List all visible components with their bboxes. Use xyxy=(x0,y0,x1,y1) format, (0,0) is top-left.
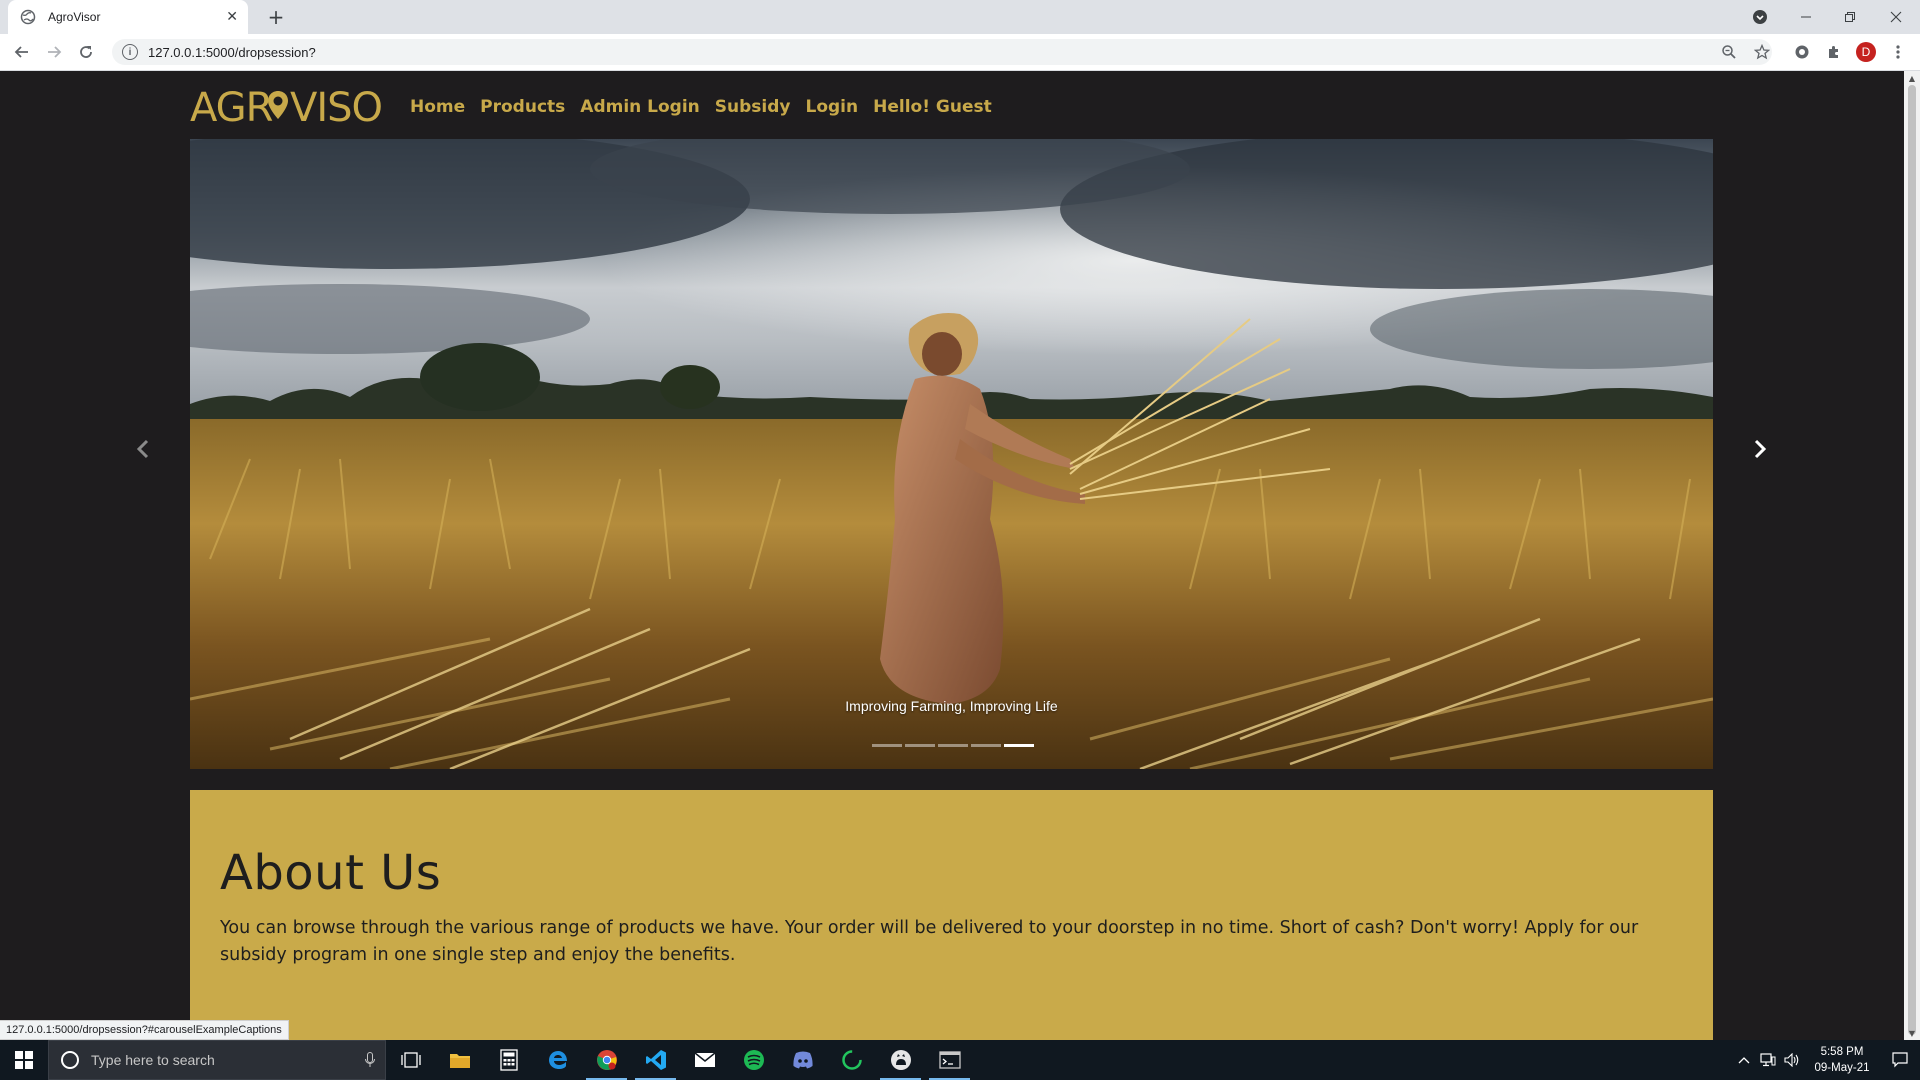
carousel-indicator-active[interactable] xyxy=(1004,744,1034,747)
file-explorer-icon[interactable] xyxy=(435,1040,484,1080)
about-title: About Us xyxy=(220,845,442,901)
nav-admin-login[interactable]: Admin Login xyxy=(580,97,700,117)
link-status-bar: 127.0.0.1:5000/dropsession?#carouselExam… xyxy=(0,1020,289,1040)
about-section: About Us You can browse through the vari… xyxy=(190,790,1713,1040)
url-text[interactable]: 127.0.0.1:5000/dropsession? xyxy=(148,45,316,60)
carousel-indicator[interactable] xyxy=(905,744,935,747)
clock-date: 09-May-21 xyxy=(1814,1062,1870,1074)
minimize-icon[interactable] xyxy=(1786,0,1826,34)
carousel-indicator[interactable] xyxy=(872,744,902,747)
clock-time: 5:58 PM xyxy=(1820,1046,1864,1058)
browser-tab[interactable]: AgroVisor ✕ xyxy=(8,0,248,34)
address-bar[interactable]: i 127.0.0.1:5000/dropsession? xyxy=(112,39,1772,65)
new-tab-button[interactable]: + xyxy=(262,4,290,30)
taskbar-search-placeholder: Type here to search xyxy=(91,1052,215,1068)
taskbar-search-box[interactable]: Type here to search xyxy=(48,1040,386,1080)
github-desktop-icon[interactable] xyxy=(876,1040,925,1080)
scroll-down-icon[interactable]: ▼ xyxy=(1904,1026,1920,1040)
tab-title: AgroVisor xyxy=(48,10,101,24)
system-tray: 5:58 PM 09-May-21 xyxy=(1732,1040,1920,1080)
task-view-icon[interactable] xyxy=(386,1040,435,1080)
windows-taskbar: Type here to search 5:58 PM 09-May-21 xyxy=(0,1040,1920,1080)
scroll-up-icon[interactable]: ▲ xyxy=(1904,71,1920,85)
globe-icon xyxy=(20,9,36,25)
network-icon[interactable] xyxy=(1756,1040,1780,1080)
nav-products[interactable]: Products xyxy=(480,97,565,117)
close-tab-icon[interactable]: ✕ xyxy=(226,9,238,25)
agrovisor-logo[interactable]: AGR VISOR xyxy=(190,85,382,129)
page-scrollbar[interactable]: ▲ ▼ xyxy=(1904,71,1920,1040)
terminal-icon[interactable] xyxy=(925,1040,974,1080)
bookmark-star-icon[interactable] xyxy=(1748,39,1776,65)
edge-browser-icon[interactable] xyxy=(533,1040,582,1080)
carousel-next-icon[interactable] xyxy=(1745,434,1775,464)
close-window-icon[interactable] xyxy=(1874,0,1918,34)
nav-greeting[interactable]: Hello! Guest xyxy=(873,97,992,117)
nav-subsidy[interactable]: Subsidy xyxy=(715,97,791,117)
calculator-icon[interactable] xyxy=(484,1040,533,1080)
show-hidden-icons-chevron-icon[interactable] xyxy=(1732,1040,1756,1080)
carousel-image xyxy=(190,139,1713,769)
discord-icon[interactable] xyxy=(778,1040,827,1080)
tab-search-icon[interactable] xyxy=(1744,0,1776,34)
svg-text:VISOR: VISOR xyxy=(290,85,382,129)
browser-menu-icon[interactable] xyxy=(1884,39,1912,65)
nav-login[interactable]: Login xyxy=(806,97,859,117)
carousel-prev-icon[interactable] xyxy=(128,434,158,464)
nav-home[interactable]: Home xyxy=(410,97,465,117)
browser-tab-strip: AgroVisor ✕ + xyxy=(0,0,1920,34)
site-info-icon[interactable]: i xyxy=(122,44,138,60)
web-page: AGR VISOR Home Products Admin Login Subs… xyxy=(0,71,1904,1040)
about-text: You can browse through the various range… xyxy=(220,918,1639,965)
mail-icon[interactable] xyxy=(680,1040,729,1080)
action-center-icon[interactable] xyxy=(1880,1040,1920,1080)
microphone-icon[interactable] xyxy=(355,1052,385,1068)
site-navbar: AGR VISOR Home Products Admin Login Subs… xyxy=(190,81,1007,133)
windows-start-icon[interactable] xyxy=(0,1040,48,1080)
restore-icon[interactable] xyxy=(1830,0,1870,34)
reload-icon[interactable] xyxy=(72,39,100,65)
back-arrow-icon[interactable] xyxy=(8,39,36,65)
loading-ring-app-icon[interactable] xyxy=(827,1040,876,1080)
volume-icon[interactable] xyxy=(1780,1040,1804,1080)
hero-carousel: Improving Farming, Improving Life xyxy=(190,139,1713,769)
forward-arrow-icon[interactable] xyxy=(40,39,68,65)
svg-text:AGR: AGR xyxy=(190,85,273,129)
carousel-indicator[interactable] xyxy=(971,744,1001,747)
carousel-indicator[interactable] xyxy=(938,744,968,747)
green-globe-app-icon[interactable] xyxy=(729,1040,778,1080)
extension-globe-icon[interactable] xyxy=(1788,39,1816,65)
carousel-indicators xyxy=(872,744,1037,747)
cortana-icon xyxy=(61,1051,79,1069)
profile-avatar[interactable]: D xyxy=(1856,42,1876,62)
zoom-icon[interactable] xyxy=(1715,39,1743,65)
scrollbar-thumb[interactable] xyxy=(1908,85,1916,1035)
carousel-caption: Improving Farming, Improving Life xyxy=(845,698,1058,714)
chrome-icon[interactable] xyxy=(582,1040,631,1080)
browser-toolbar: i 127.0.0.1:5000/dropsession? xyxy=(0,34,1920,71)
taskbar-clock[interactable]: 5:58 PM 09-May-21 xyxy=(1804,1044,1880,1076)
extensions-puzzle-icon[interactable] xyxy=(1820,39,1848,65)
vscode-icon[interactable] xyxy=(631,1040,680,1080)
